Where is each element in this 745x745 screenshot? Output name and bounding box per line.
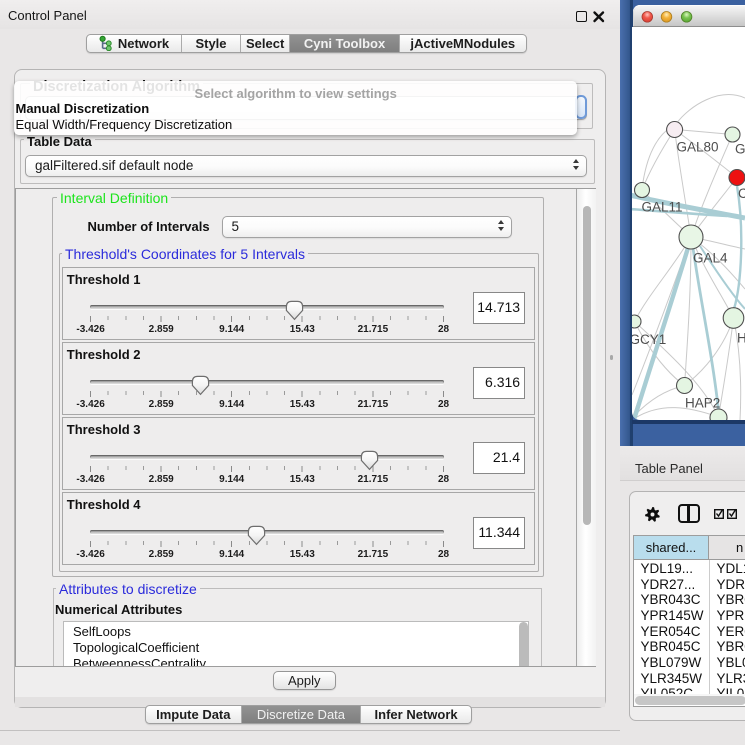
- svg-text:GAL11: GAL11: [642, 200, 683, 215]
- svg-text:C: C: [738, 186, 745, 201]
- svg-text:GCY1: GCY1: [632, 332, 666, 347]
- svg-text:G: G: [735, 142, 745, 157]
- svg-text:HAP2: HAP2: [685, 396, 720, 411]
- svg-text:GAL80: GAL80: [677, 140, 719, 155]
- svg-text:GAL4: GAL4: [693, 251, 728, 266]
- svg-text:H: H: [737, 331, 745, 346]
